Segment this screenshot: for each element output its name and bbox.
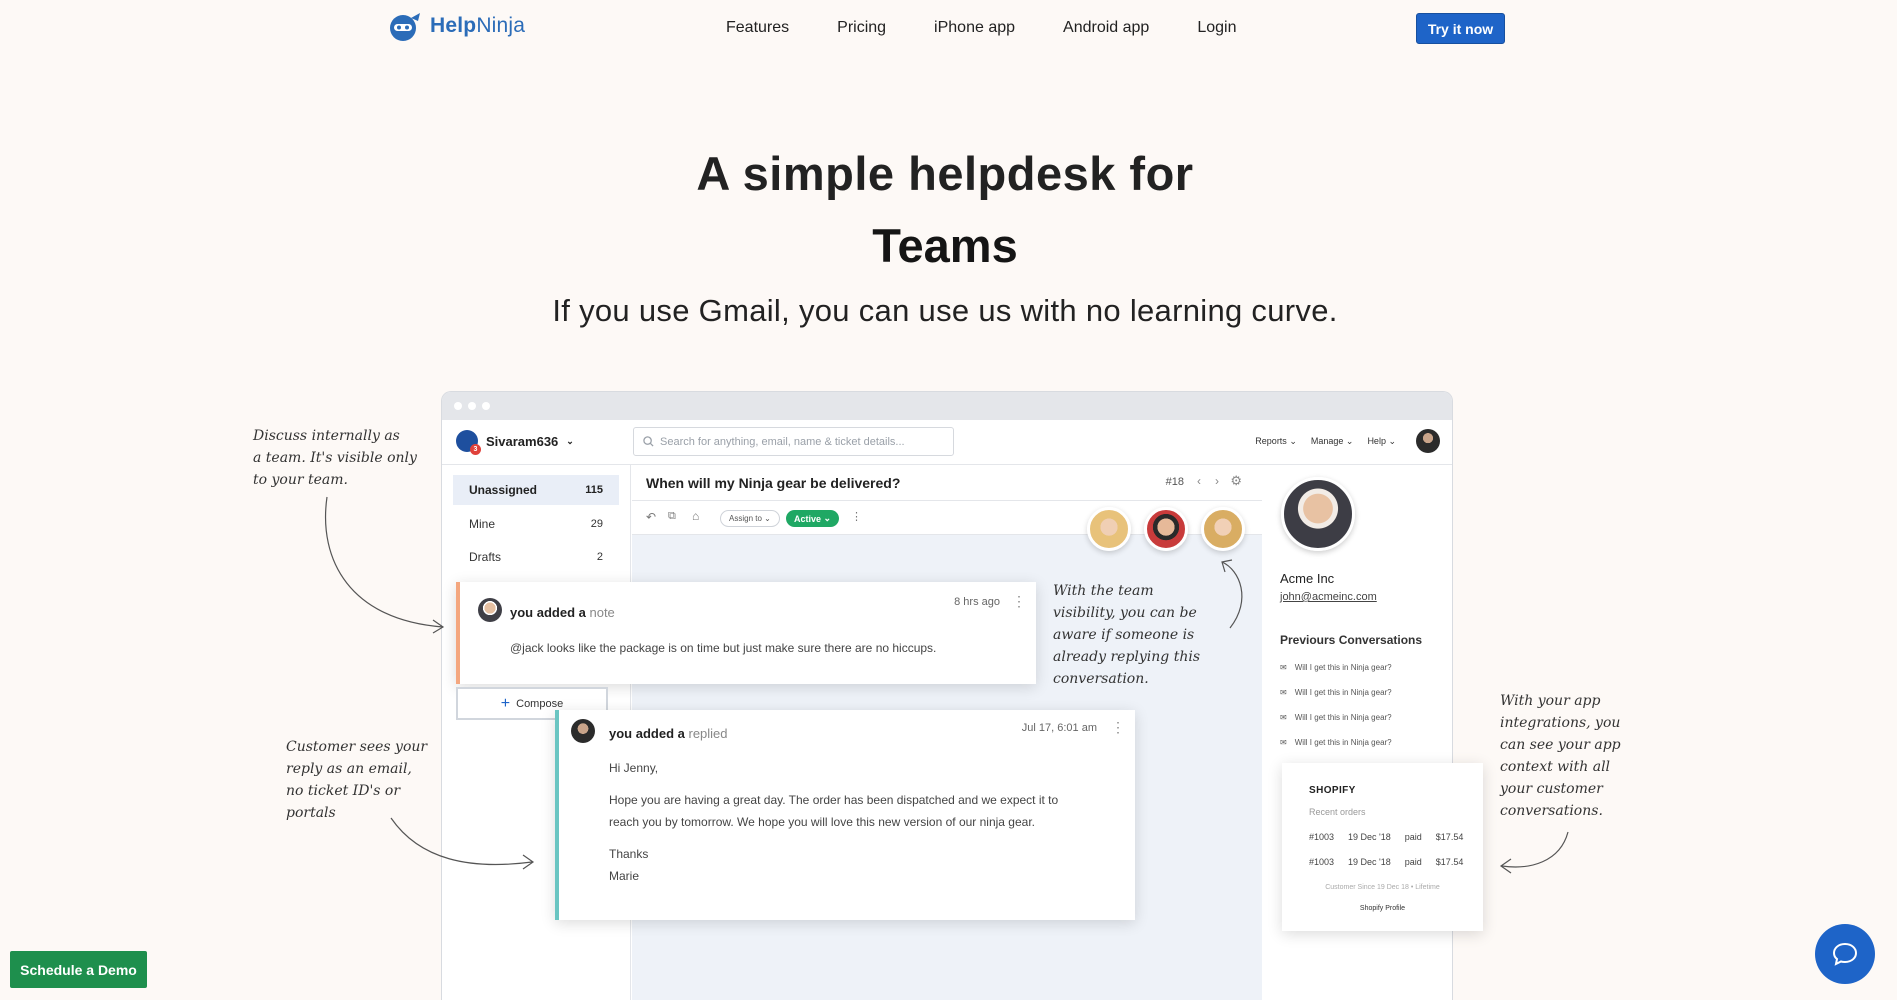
arrow-internal-note [325,496,444,628]
arrow-team-visibility-head [1221,559,1233,573]
arrow-email-reply [390,817,533,866]
annotation-arrows [325,496,1569,874]
schedule-demo-button[interactable]: Schedule a Demo [10,951,147,988]
chat-launcher-button[interactable] [1815,924,1875,984]
chat-bubble-icon [1832,942,1858,966]
arrow-integrations [1501,831,1569,868]
